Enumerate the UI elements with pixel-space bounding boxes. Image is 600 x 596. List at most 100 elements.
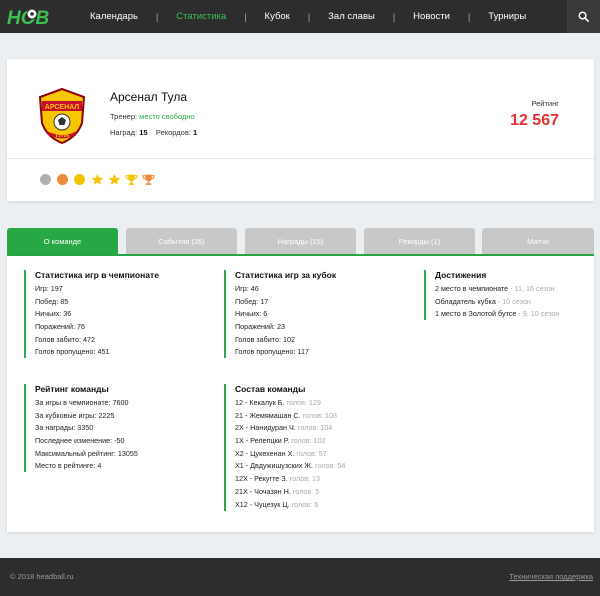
team-emblem: АРСЕНАЛ ТУЛА [37,87,87,145]
player-name: 1X - Релепцки Р. [235,436,290,446]
copyright-text: © 2018 headball.ru [10,572,74,581]
roster-player[interactable]: X2 - Цукехенан Х. голов: 57 [235,449,345,462]
rating-value: 12 567 [510,112,559,129]
search-button[interactable] [567,0,600,33]
roster-player[interactable]: X12 - Чуцезук Ц. голов: 5 [235,500,345,513]
stat-line: Голов пропущено: 117 [235,347,309,357]
player-name: X1 - Двдужишузских Ж. [235,461,314,471]
stat-line: Голов пропущено: 451 [35,347,110,357]
nav-item[interactable]: Кубок [265,11,290,22]
main-nav: Календарь | Статистика | Кубок | Зал славы | Нов… [90,0,526,33]
stat-line: Побед: 17 [235,296,269,306]
team-roster-title: Состав команды [235,384,306,394]
team-rating-title: Рейтинг команды [35,384,109,394]
team-roster-section: Состав команды 12 - Кекалук Б. голов: 12… [224,384,345,511]
card-divider [7,158,594,159]
player-name: X12 - Чуцезук Ц. [235,499,290,509]
tab-about-team[interactable]: О команде [7,228,118,254]
team-info-panel: Статистика игр в чемпионате Игр: 197 Побе… [7,256,594,532]
roster-player[interactable]: X1 - Двдужишузских Ж. голов: 54 [235,461,345,474]
site-logo[interactable]: HOB [6,6,54,29]
stat-line: Ничьих: 36 [35,309,72,319]
stat-line: Голов забито: 472 [35,334,95,344]
achievement-season: - 10 сезон [495,296,531,306]
stat-line: Побед: 85 [35,296,69,306]
achievements-title: Достижения [435,270,487,280]
coach-value-link[interactable]: место свободно [139,112,195,121]
nav-item[interactable]: Турниры [488,11,526,22]
stat-line: За кубковые игры: 2225 [35,410,115,420]
player-name: 21X - Чочазян Н. [235,486,291,496]
bronze-cup-icon[interactable] [142,173,155,186]
achievement-item: 1 место в Золотой бутсе - 9, 10 сезон [435,309,559,322]
league-stats-section: Статистика игр в чемпионате Игр: 197 Побе… [24,270,159,358]
top-navbar: HOB Календарь | Статистика | Кубок | Зал славы… [0,0,600,33]
player-name: X2 - Цукехенан Х. [235,448,295,458]
stat-line: Максимальный рейтинг: 13055 [35,448,138,458]
gold-star-icon[interactable] [91,173,104,186]
tab-records[interactable]: Рекорды (1) [364,228,475,254]
tab-awards[interactable]: Награды (15) [245,228,356,254]
stat-line: Игр: 46 [235,284,259,293]
rating-block: Рейтинг 12 567 [510,99,559,130]
nav-separator: | [307,11,311,22]
achievement-item: 2 место в чемпионате - 11, 16 сезон [435,284,559,297]
svg-text:ТУЛА: ТУЛА [55,133,69,139]
achievement-item: Обладатель кубка - 10 сезон [435,297,559,310]
stat-line: Место в рейтинге: 4 [35,461,102,471]
player-name: 12X - Рекугте З. [235,474,288,484]
gold-star-icon[interactable] [108,173,121,186]
nav-item[interactable]: Зал славы [328,11,375,22]
coach-label: Тренер: [110,112,138,121]
records-label: Рекордов: [155,128,191,137]
team-tabs: О команде События (26) Награды (15) Реко… [7,228,594,254]
nav-item[interactable]: Календарь [90,11,138,22]
player-name: 2X - Нанидуран Ч. [235,423,296,433]
player-goals: голов: 57 [294,448,327,458]
team-name: Арсенал Тула [110,90,188,104]
nav-item[interactable]: Новости [413,11,450,22]
cup-stats-section: Статистика игр за кубок Игр: 46 Побед: 17… [224,270,336,358]
silver-medal-icon[interactable] [40,174,51,185]
player-goals: голов: 5 [289,499,319,509]
league-stats-title: Статистика игр в чемпионате [35,270,159,280]
achievements-section: Достижения 2 место в чемпионате - 11, 16… [424,270,559,320]
awards-count: 15 [139,128,148,137]
tab-matches[interactable]: Матчи [482,228,594,254]
stat-line: Поражений: 76 [35,322,85,332]
roster-player[interactable]: 12 - Кекалук Б. голов: 129 [235,398,345,411]
achievement-text: 2 место в чемпионате [435,284,509,293]
svg-text:АРСЕНАЛ: АРСЕНАЛ [45,104,79,111]
awards-label: Наград: [110,128,138,137]
player-goals: голов: 5 [290,486,320,496]
stat-line: За игры в чемпионате: 7600 [35,398,129,407]
support-link[interactable]: Техническая поддержка [509,572,593,581]
player-goals: голов: 129 [284,398,321,407]
stat-line: Последнее изменение: -50 [35,436,125,446]
nav-separator: | [155,11,159,22]
cup-stats-title: Статистика игр за кубок [235,270,337,280]
stat-line: Голов забито: 102 [235,334,295,344]
bronze-medal-icon[interactable] [57,174,68,185]
achievement-season: - 9, 10 сезон [516,309,560,319]
gold-cup-icon[interactable] [125,173,138,186]
achievement-season: - 11, 16 сезон [508,284,555,293]
roster-player[interactable]: 21 - Жемямашан С. голов: 108 [235,411,345,424]
search-icon [578,11,589,22]
roster-player[interactable]: 2X - Нанидуран Ч. голов: 104 [235,423,345,436]
roster-player[interactable]: 21X - Чочазян Н. голов: 5 [235,487,345,500]
roster-player[interactable]: 1X - Релепцки Р. голов: 102 [235,436,345,449]
player-goals: голов: 13 [287,474,321,484]
achievement-text: Обладатель кубка [435,296,496,306]
team-profile-card: АРСЕНАЛ ТУЛА Арсенал Тула Тренер: место … [7,59,594,201]
stat-line: За награды: 3350 [35,423,94,433]
gold-medal-icon[interactable] [74,174,85,185]
player-goals: голов: 54 [313,461,346,471]
nav-separator: | [244,11,247,22]
roster-player[interactable]: 12X - Рекугте З. голов: 13 [235,474,345,487]
tab-events[interactable]: События (26) [126,228,237,254]
awards-records-line: Наград: 15 Рекордов: 1 [110,128,197,137]
nav-item[interactable]: Статистика [176,11,226,22]
player-goals: голов: 108 [300,410,338,420]
stat-line: Игр: 197 [35,284,63,293]
